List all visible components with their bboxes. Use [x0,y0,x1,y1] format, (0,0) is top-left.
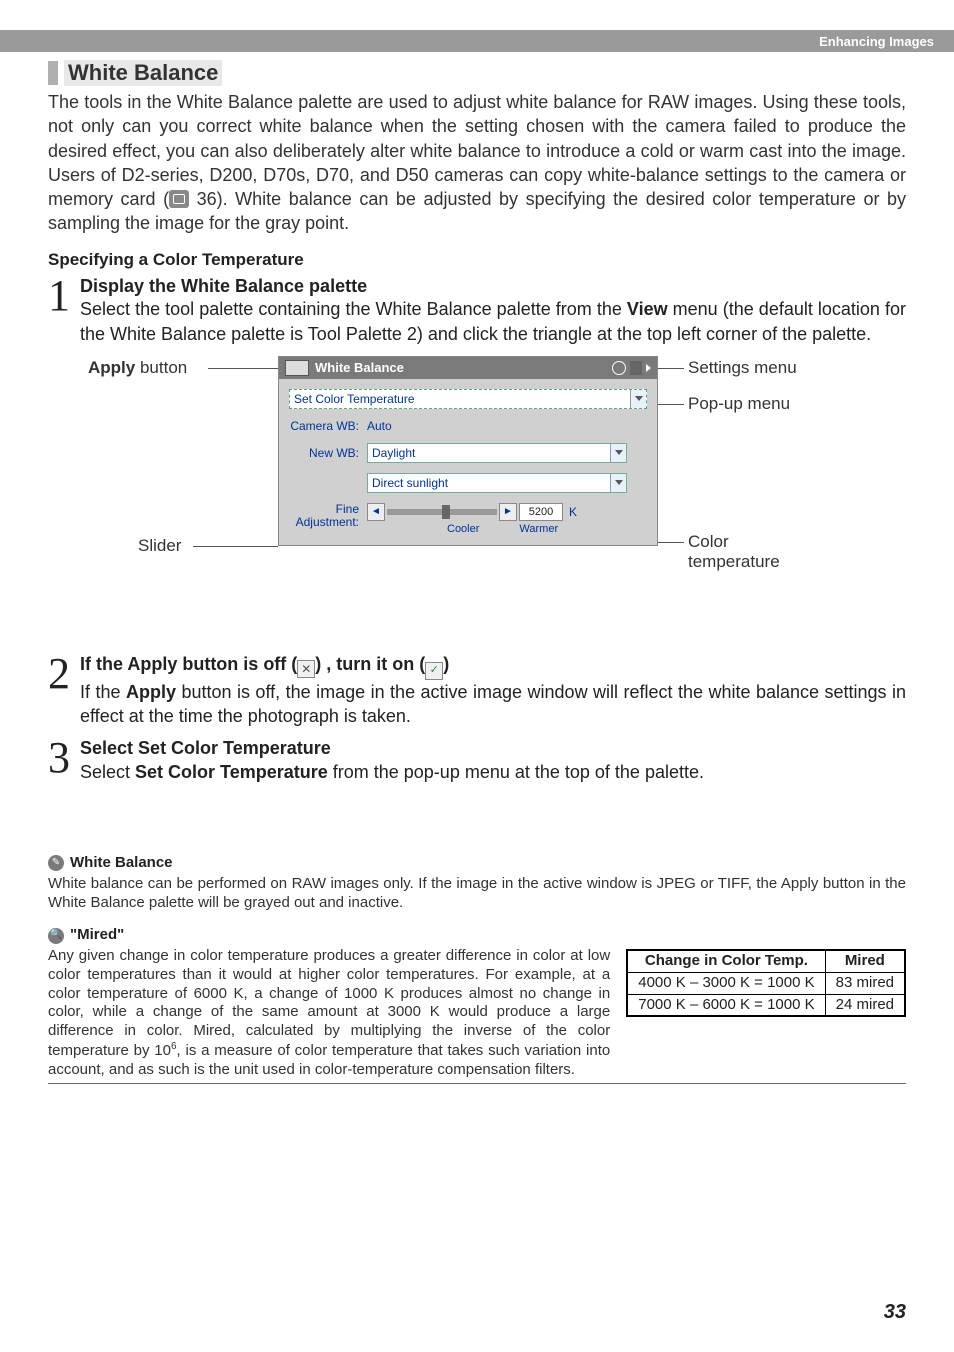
step-2-title: If the Apply button is off (✕) , turn it… [80,654,906,680]
step-2-text: If the Apply button is off, the image in… [80,680,906,729]
label-slider: Slider [138,536,181,556]
chevron-down-icon[interactable] [610,444,626,462]
cooler-label: Cooler [447,523,479,535]
new-wb-dropdown[interactable]: Daylight [367,443,627,463]
step-1-title: Display the White Balance palette [80,276,906,298]
fine-adjustment-slider[interactable]: ◄ ► 5200 K [367,503,577,521]
apply-toggle-icon[interactable] [285,360,309,376]
step-1: 1 Display the White Balance palette Sele… [48,276,906,346]
step-2-number: 2 [48,654,80,728]
step-3-title: Select Set Color Temperature [80,738,906,760]
header-bar: Enhancing Images [0,30,954,52]
sub-heading: Specifying a Color Temperature [48,250,906,270]
mired-table: Change in Color Temp. Mired 4000 K – 300… [626,949,906,1017]
leader-settings [658,368,684,369]
chevron-down-icon[interactable] [610,474,626,492]
fine-adj-label: Fine Adjustment: [289,503,359,529]
kelvin-value[interactable]: 5200 [519,503,563,521]
section-title: White Balance [64,60,222,86]
note-white-balance: ✎ White Balance White balance can be per… [48,854,906,912]
note-icon: ✎ [48,855,64,871]
step-2: 2 If the Apply button is off (✕) , turn … [48,654,906,728]
left-arrow-icon[interactable]: ◄ [367,503,385,521]
step-3-number: 3 [48,738,80,784]
label-colortemp: Color temperature [688,532,780,572]
label-popup: Pop-up menu [688,394,790,414]
kelvin-unit: K [569,505,577,519]
step-3: 3 Select Set Color Temperature Select Se… [48,738,906,784]
table-header-mired: Mired [825,950,905,972]
warmer-label: Warmer [519,523,558,535]
page-ref-icon [169,190,189,208]
leader-colortemp [658,542,684,543]
footer-rule [48,1083,906,1084]
step-1-number: 1 [48,276,80,346]
palette-titlebar: White Balance [279,357,657,379]
table-header-change: Change in Color Temp. [627,950,825,972]
note-mired: 🔍 "Mired" Any given change in color temp… [48,926,906,1084]
table-row: 4000 K – 3000 K = 1000 K 83 mired [627,972,905,994]
step-3-text: Select Set Color Temperature from the po… [80,760,906,784]
search-icon: 🔍 [48,928,64,944]
leader-slider [193,546,278,547]
palette-diagram: Apply button Slider Settings menu Pop-up… [48,356,908,636]
mired-text: Any given change in color temperature pr… [48,947,610,1079]
intro-paragraph: The tools in the White Balance palette a… [48,90,906,236]
step-1-text: Select the tool palette containing the W… [80,297,906,346]
slider-thumb[interactable] [442,505,450,519]
apply-off-icon: ✕ [297,660,315,678]
settings-menu-icon[interactable] [612,361,626,375]
doc-icon[interactable] [630,361,642,375]
mode-dropdown[interactable]: Set Color Temperature [289,389,647,409]
camera-wb-value: Auto [367,419,392,433]
label-apply: Apply button [88,358,187,378]
palette-title-text: White Balance [315,360,404,375]
section-accent [48,61,58,85]
label-settings: Settings menu [688,358,797,378]
white-balance-palette: White Balance Set Color Temperature Came… [278,356,658,546]
breadcrumb: Enhancing Images [819,34,934,49]
leader-popup [658,404,684,405]
apply-on-icon: ✓ [425,662,443,680]
collapse-icon[interactable] [646,364,651,372]
page-number: 33 [884,1301,906,1324]
leader-apply [208,368,278,369]
chevron-down-icon[interactable] [630,390,646,408]
slider-track[interactable] [387,509,497,515]
table-row: 7000 K – 6000 K = 1000 K 24 mired [627,994,905,1016]
camera-wb-label: Camera WB: [289,419,359,433]
sub-dropdown[interactable]: Direct sunlight [367,473,627,493]
new-wb-label: New WB: [289,446,359,460]
right-arrow-icon[interactable]: ► [499,503,517,521]
